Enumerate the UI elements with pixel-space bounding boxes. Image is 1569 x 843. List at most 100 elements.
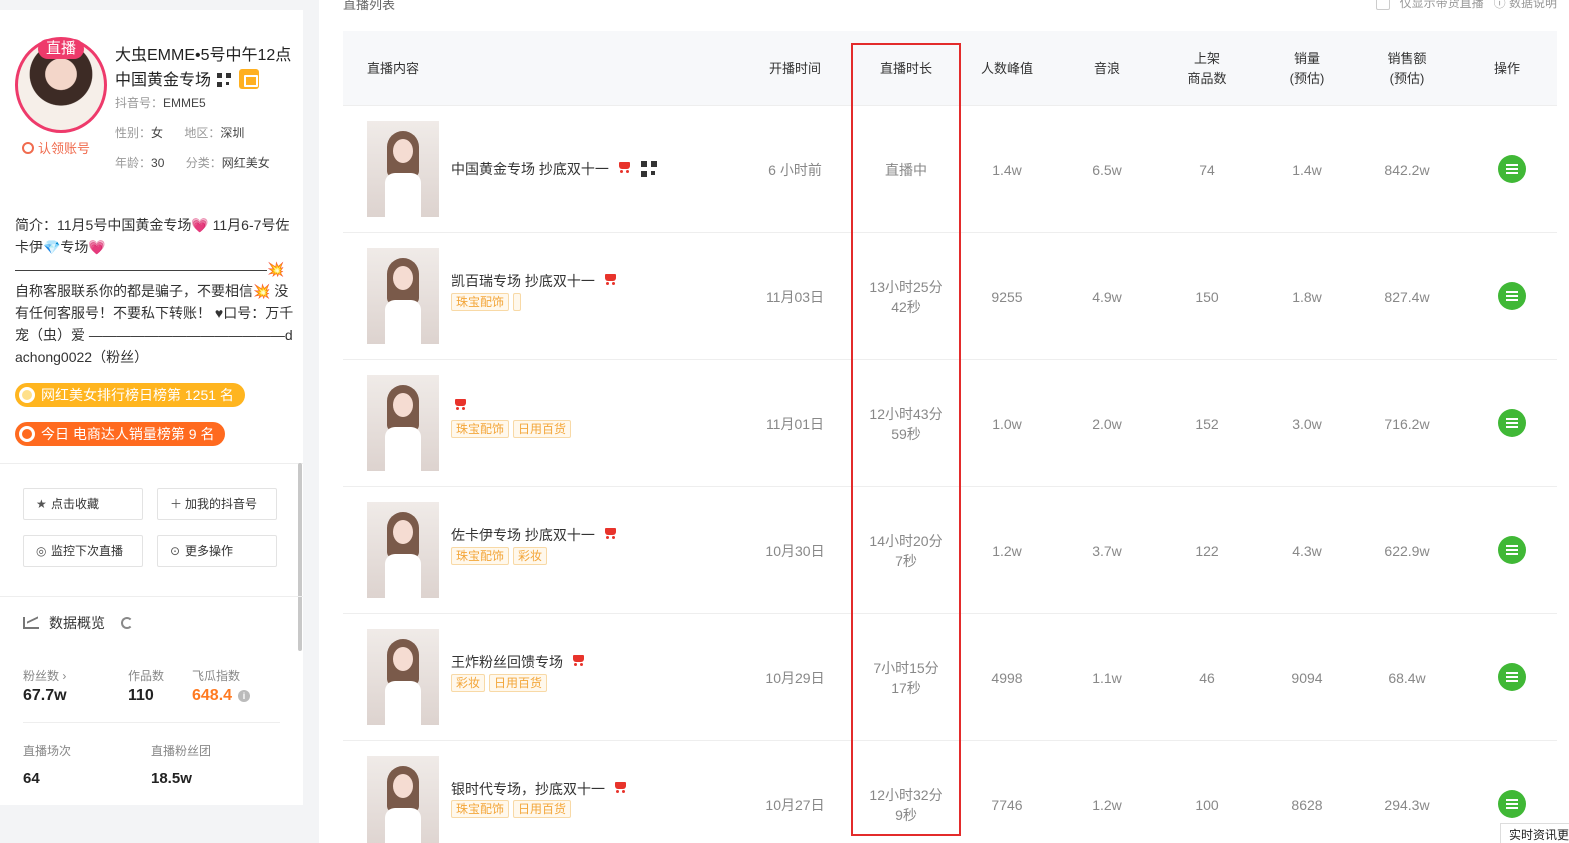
header-op: 操作 bbox=[1493, 60, 1520, 76]
fans-value: 67.7w bbox=[23, 687, 67, 704]
cover-dress bbox=[385, 554, 421, 598]
live-cover[interactable] bbox=[367, 629, 439, 725]
category-tag: 彩妆 bbox=[513, 547, 548, 565]
detail-button[interactable] bbox=[1498, 155, 1526, 183]
region-label: 地区： bbox=[184, 126, 221, 140]
sales-amount: 716.2w bbox=[1384, 415, 1430, 432]
duration-line2: 42秒 bbox=[891, 298, 921, 315]
category-tag: 珠宝配饰 bbox=[451, 420, 510, 438]
detail-button[interactable] bbox=[1498, 282, 1526, 310]
live-fans-label: 直播粉丝团 bbox=[151, 744, 212, 758]
data-desc-link[interactable]: ⓘ 数据说明 bbox=[1494, 0, 1557, 11]
table-row[interactable]: 中国黄金专场 抄底双十一 6 小时前 直播中 1.4w 6.5w 74 1.4w… bbox=[343, 106, 1557, 233]
start-time: 10月27日 bbox=[765, 796, 825, 813]
cart-icon bbox=[617, 162, 631, 173]
table-row[interactable]: 王炸粉丝回馈专场 彩妆 日用百货 10月29日 7小时15分 17秒 4998 1.… bbox=[343, 614, 1557, 741]
live-cover[interactable] bbox=[367, 248, 439, 344]
monitor-button[interactable]: ◎ 监控下次直播 bbox=[23, 535, 143, 567]
panel-scrollbar[interactable] bbox=[298, 463, 302, 651]
table-row[interactable]: 银时代专场，抄底双十一 珠宝配饰 日用百货 10月27日 12小时32分 9秒 77… bbox=[343, 741, 1557, 843]
detail-button[interactable] bbox=[1498, 663, 1526, 691]
info-icon[interactable]: i bbox=[238, 690, 251, 702]
cart-icon bbox=[571, 655, 585, 666]
live-cover[interactable] bbox=[367, 502, 439, 598]
peak-viewers: 1.2w bbox=[992, 542, 1022, 559]
sales-amount: 622.9w bbox=[1384, 542, 1430, 559]
live-title-text: 中国黄金专场 抄底双十一 bbox=[451, 161, 609, 177]
add-douyin-button[interactable]: ＋加我的抖音号 bbox=[157, 488, 277, 520]
header-sound[interactable]: 音浪 bbox=[1057, 31, 1157, 106]
table-row[interactable]: 凯百瑞专场 抄底双十一 珠宝配饰 11月03日 13小时25分 42秒 9255 … bbox=[343, 233, 1557, 360]
category-tag: 日用百货 bbox=[489, 674, 548, 692]
add-douyin-label: 加我的抖音号 bbox=[185, 497, 258, 511]
live-cover[interactable] bbox=[367, 756, 439, 843]
live-title[interactable]: 凯百瑞专场 抄底双十一 bbox=[451, 271, 617, 291]
sales-volume: 8628 bbox=[1291, 796, 1323, 813]
avatar[interactable]: 直播 bbox=[15, 37, 107, 133]
cover-face bbox=[393, 774, 413, 798]
sound-wave: 1.1w bbox=[1092, 669, 1122, 686]
category-value: 网红美女 bbox=[221, 156, 270, 170]
header-peak[interactable]: 人数峰值 bbox=[957, 31, 1057, 106]
profile-name-text: 大虫EMME•5号中午12点中国黄金专场 bbox=[115, 47, 292, 89]
table-row[interactable]: 珠宝配饰 日用百货 11月01日 12小时43分 59秒 1.0w 2.0w 152… bbox=[343, 360, 1557, 487]
rank-badge-daily[interactable]: 网红美女排行榜日榜第 1251 名 bbox=[15, 383, 245, 407]
sales-volume: 9094 bbox=[1291, 669, 1323, 686]
refresh-icon[interactable] bbox=[121, 617, 133, 629]
only-goods-label[interactable]: 仅显示带货直播 bbox=[1400, 0, 1484, 11]
fans-label[interactable]: 粉丝数 › bbox=[23, 667, 66, 684]
profile-bio: 简介：11月5号中国黄金专场💗 11月6-7号佐卡伊💎专场💗 —————————… bbox=[15, 217, 294, 365]
goods-count: 74 bbox=[1199, 161, 1215, 178]
live-title[interactable]: 银时代专场，抄底双十一 bbox=[451, 779, 627, 799]
chart-icon bbox=[23, 617, 39, 629]
cover-dress bbox=[385, 173, 421, 217]
shop-icon[interactable] bbox=[239, 69, 260, 89]
peak-viewers: 1.4w bbox=[992, 161, 1022, 178]
overview-title: 数据概览 bbox=[49, 615, 105, 631]
live-title[interactable]: 王炸粉丝回馈专场 bbox=[451, 652, 585, 672]
live-title[interactable]: 中国黄金专场 抄底双十一 bbox=[451, 159, 657, 179]
sales-volume: 1.4w bbox=[1292, 161, 1322, 178]
category-tags: 珠宝配饰 bbox=[451, 293, 522, 311]
header-start-time[interactable]: 开播时间 bbox=[745, 31, 845, 106]
live-cover[interactable] bbox=[367, 375, 439, 471]
live-count-label: 直播场次 bbox=[23, 744, 72, 758]
qrcode-icon[interactable] bbox=[217, 73, 232, 87]
favorite-button[interactable]: ★ 点击收藏 bbox=[23, 488, 143, 520]
detail-button[interactable] bbox=[1498, 790, 1526, 818]
divider bbox=[23, 722, 280, 723]
age-value: 30 bbox=[151, 156, 165, 170]
profile-panel: 直播 认领账号 大虫EMME•5号中午12点中国黄金专场 抖音号：EMME5 性… bbox=[0, 10, 303, 805]
sales-amount: 842.2w bbox=[1384, 161, 1430, 178]
qrcode-icon[interactable] bbox=[640, 161, 657, 177]
live-list-title: 直播列表 bbox=[343, 0, 396, 12]
start-time: 11月01日 bbox=[765, 415, 825, 432]
category-tags: 珠宝配饰 彩妆 bbox=[451, 547, 548, 565]
live-title[interactable] bbox=[451, 398, 467, 414]
cover-dress bbox=[385, 681, 421, 725]
live-title-text: 佐卡伊专场 抄底双十一 bbox=[451, 527, 595, 543]
header-goods[interactable]: 上架 商品数 bbox=[1157, 31, 1257, 106]
favorite-label: 点击收藏 bbox=[51, 497, 100, 511]
cover-dress bbox=[385, 427, 421, 471]
detail-button[interactable] bbox=[1498, 536, 1526, 564]
header-amount[interactable]: 销售额 (预估) bbox=[1357, 31, 1457, 106]
more-actions-label: 更多操作 bbox=[185, 544, 234, 558]
table-row[interactable]: 佐卡伊专场 抄底双十一 珠宝配饰 彩妆 10月30日 14小时20分 7秒 1.2w… bbox=[343, 487, 1557, 614]
header-sales[interactable]: 销量 (预估) bbox=[1257, 31, 1357, 106]
live-cover[interactable] bbox=[367, 121, 439, 217]
rank-badge-sales[interactable]: 今日 电商达人销量榜第 9 名 bbox=[15, 422, 226, 446]
more-actions-button[interactable]: ⊙ 更多操作 bbox=[157, 535, 277, 567]
detail-button[interactable] bbox=[1498, 409, 1526, 437]
only-goods-checkbox[interactable] bbox=[1375, 0, 1390, 10]
live-title[interactable]: 佐卡伊专场 抄底双十一 bbox=[451, 525, 617, 545]
duration-line1: 12小时32分 bbox=[869, 786, 943, 803]
gender-value: 女 bbox=[151, 126, 164, 140]
sales-amount: 294.3w bbox=[1384, 796, 1430, 813]
realtime-news-chip[interactable]: 实时资讯更 bbox=[1499, 823, 1569, 843]
claim-account-link[interactable]: 认领账号 bbox=[22, 138, 90, 157]
category-tag: 珠宝配饰 bbox=[451, 547, 510, 565]
header-duration[interactable]: 直播时长 bbox=[851, 31, 961, 106]
duration: 12小时32分 9秒 bbox=[851, 741, 961, 843]
duration-line1: 13小时25分 bbox=[869, 278, 943, 295]
